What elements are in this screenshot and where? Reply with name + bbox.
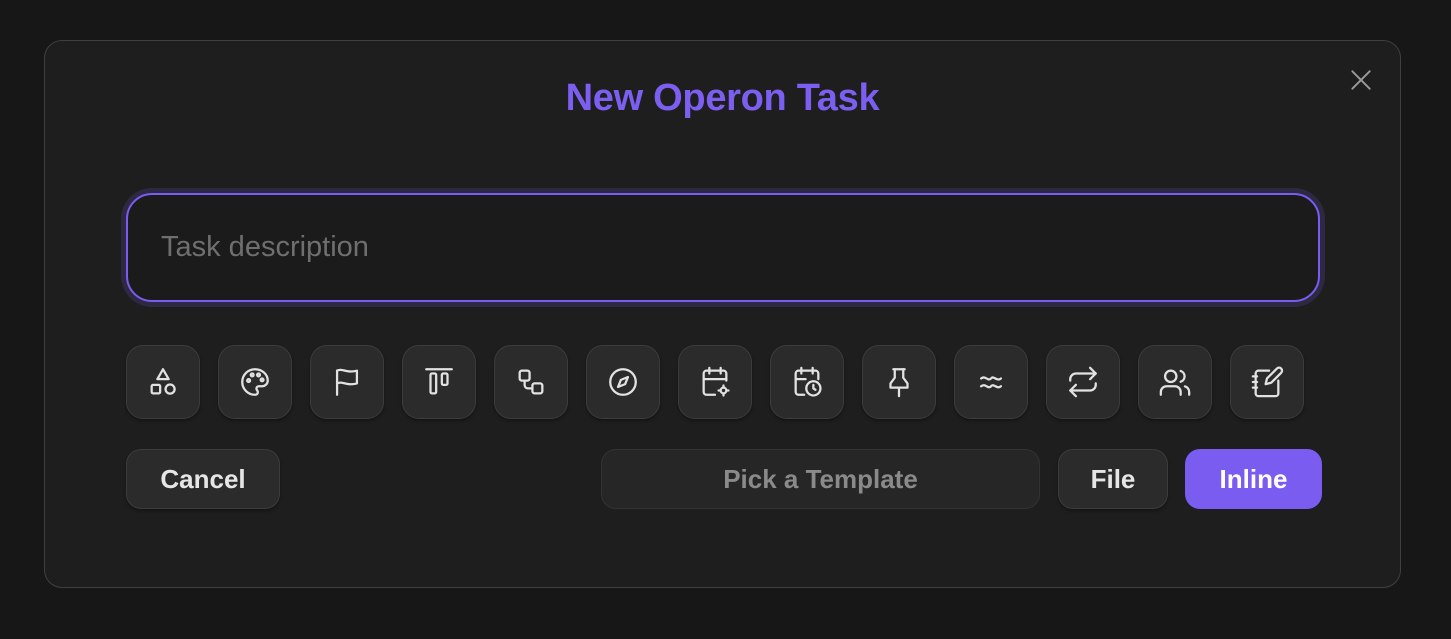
property-toolbar xyxy=(126,345,1304,419)
repeat-button[interactable] xyxy=(1046,345,1120,419)
compass-button[interactable] xyxy=(586,345,660,419)
notes-button[interactable] xyxy=(1230,345,1304,419)
task-description-input[interactable] xyxy=(126,193,1320,302)
pick-template-button[interactable]: Pick a Template xyxy=(601,449,1040,509)
notebook-pen-icon xyxy=(1251,366,1284,398)
workflow-icon xyxy=(518,369,544,395)
palette-button[interactable] xyxy=(218,345,292,419)
users-icon xyxy=(1159,369,1191,396)
file-button[interactable]: File xyxy=(1058,449,1168,509)
align-top-icon xyxy=(425,368,453,395)
assignees-button[interactable] xyxy=(1138,345,1212,419)
flag-icon xyxy=(335,368,359,396)
calendar-clock-icon xyxy=(794,366,822,397)
palette-icon xyxy=(241,368,269,396)
approximate-button[interactable] xyxy=(954,345,1028,419)
repeat-icon xyxy=(1069,366,1097,398)
shapes-button[interactable] xyxy=(126,345,200,419)
compass-icon xyxy=(609,368,637,396)
new-task-modal: New Operon Task Task description Cancel … xyxy=(44,40,1401,588)
flag-button[interactable] xyxy=(310,345,384,419)
pin-button[interactable] xyxy=(862,345,936,419)
due-date-button[interactable] xyxy=(770,345,844,419)
workflow-button[interactable] xyxy=(494,345,568,419)
approx-equal-icon xyxy=(979,376,1003,389)
calendar-cog-icon xyxy=(702,366,730,397)
shapes-icon xyxy=(150,368,176,395)
schedule-settings-button[interactable] xyxy=(678,345,752,419)
modal-title: New Operon Task xyxy=(565,77,880,119)
cancel-button[interactable]: Cancel xyxy=(126,449,280,509)
inline-button[interactable]: Inline xyxy=(1185,449,1322,509)
align-top-button[interactable] xyxy=(402,345,476,419)
pin-icon xyxy=(889,368,909,398)
